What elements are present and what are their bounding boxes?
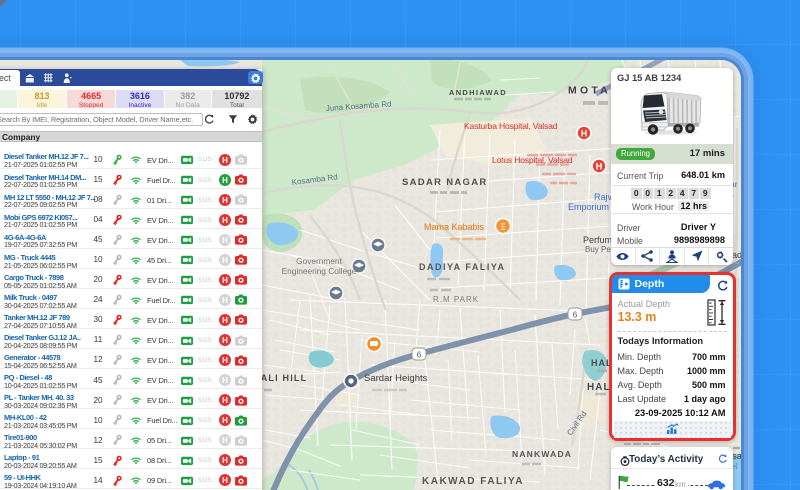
svg-text:Sardar Heights: Sardar Heights bbox=[364, 373, 428, 384]
svg-text:R.M PARK: R.M PARK bbox=[433, 295, 479, 304]
svg-text:H: H bbox=[596, 162, 603, 172]
svg-text:6: 6 bbox=[417, 351, 422, 360]
svg-text:Engineering College: Engineering College bbox=[282, 266, 357, 276]
svg-text:Kasturba Hospital, Valsad: Kasturba Hospital, Valsad bbox=[464, 121, 558, 131]
svg-text:Buy Per: Buy Per bbox=[585, 245, 614, 254]
svg-text:H: H bbox=[581, 129, 588, 139]
svg-text:Mama Kababis: Mama Kababis bbox=[424, 222, 485, 232]
svg-text:ad: ad bbox=[732, 250, 741, 260]
svg-text:NANKWADA: NANKWADA bbox=[512, 449, 572, 459]
svg-text:KAKWAD FALIYA: KAKWAD FALIYA bbox=[422, 476, 524, 487]
svg-text:DADIYA FALIYA: DADIYA FALIYA bbox=[419, 262, 506, 272]
svg-text:Ξ: Ξ bbox=[500, 223, 505, 232]
svg-text:6: 6 bbox=[573, 311, 578, 320]
svg-text:•l: •l bbox=[733, 462, 738, 471]
svg-text:Government: Government bbox=[296, 256, 342, 266]
svg-text:SADAR NAGAR: SADAR NAGAR bbox=[402, 177, 488, 188]
svg-text:sa: sa bbox=[732, 451, 741, 462]
svg-text:ANDHIAWAD: ANDHIAWAD bbox=[449, 88, 507, 97]
